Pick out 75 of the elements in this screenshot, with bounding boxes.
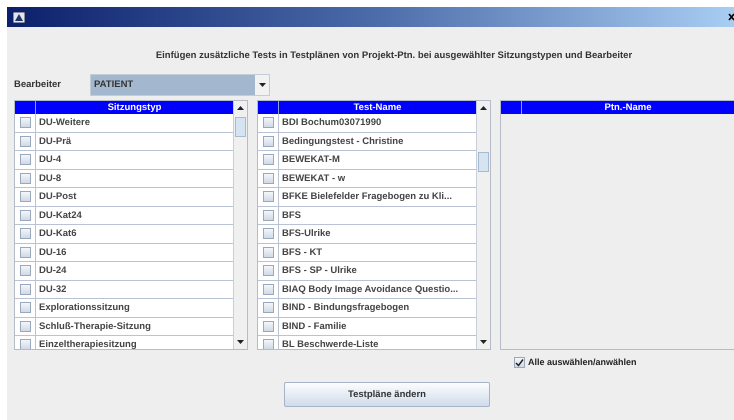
table-cell-text: Schluß-Therapie-Sitzung xyxy=(38,320,152,334)
row-checkbox[interactable] xyxy=(262,154,274,166)
table-cell-text: BFS-Ulrike xyxy=(281,227,332,241)
table-cell-text: BFKE Bielefelder Fragebogen zu Kli... xyxy=(281,190,453,204)
table-cell-text: BIND - Bindungsfragebogen xyxy=(281,301,410,315)
scrollbar[interactable] xyxy=(476,101,490,349)
scroll-up-icon[interactable] xyxy=(237,106,244,110)
row-checkbox[interactable] xyxy=(262,284,274,295)
table-cell-text: DU-Kat6 xyxy=(38,227,78,241)
column-header[interactable]: Sitzungstyp xyxy=(36,101,233,114)
row-checkbox[interactable] xyxy=(262,228,274,240)
scroll-down-icon[interactable] xyxy=(237,340,244,344)
table-cell-text: DU-Post xyxy=(38,190,78,204)
table-cell-text: BIND - Familie xyxy=(281,320,348,334)
table-cell-text: Explorationssitzung xyxy=(38,301,131,315)
row-checkbox[interactable] xyxy=(262,136,274,147)
table-cell-text: DU-Kat24 xyxy=(38,208,83,222)
table-cell-text: DU-8 xyxy=(38,172,62,186)
row-checkbox[interactable] xyxy=(20,210,30,221)
row-checkbox[interactable] xyxy=(262,339,274,349)
row-checkbox[interactable] xyxy=(20,228,30,240)
table-cell-text: BEWEKAT-M xyxy=(281,153,341,167)
table-cell-text: DU-Weitere xyxy=(38,116,92,130)
editor-dropdown[interactable]: PATIENT xyxy=(90,74,270,96)
table-cell-text: BFS - KT xyxy=(281,246,324,260)
scroll-thumb[interactable] xyxy=(478,152,489,172)
dialog-heading: Einfügen zusätzliche Tests in Testplänen von Projekt-Ptn. bei ausgewählter Sitzungstypen und Bearbeiter xyxy=(154,49,634,63)
column-header[interactable]: Test-Name xyxy=(279,101,476,114)
row-checkbox[interactable] xyxy=(20,154,30,166)
table-cell-text: BL Beschwerde-Liste xyxy=(281,338,380,349)
row-checkbox[interactable] xyxy=(20,191,30,202)
row-checkbox[interactable] xyxy=(20,136,30,147)
row-checkbox[interactable] xyxy=(262,246,274,258)
row-checkbox[interactable] xyxy=(262,320,274,332)
table-cell-text: BDI Bochum03071990 xyxy=(281,116,382,130)
row-checkbox[interactable] xyxy=(20,117,30,128)
table-cell-text: DU-32 xyxy=(38,282,68,296)
table-cell-text: BEWEKAT - w xyxy=(281,172,346,186)
table-cell-text: Einzeltherapiesitzung xyxy=(38,338,138,349)
table-cell-text: DU-24 xyxy=(38,264,68,278)
column-header[interactable]: Ptn.-Name xyxy=(522,101,734,114)
row-checkbox[interactable] xyxy=(262,172,274,184)
row-checkbox[interactable] xyxy=(20,339,30,349)
editor-label: Bearbeiter xyxy=(14,79,62,90)
scrollbar[interactable] xyxy=(233,101,247,349)
row-checkbox[interactable] xyxy=(262,265,274,276)
close-icon[interactable] xyxy=(728,12,734,22)
scroll-thumb[interactable] xyxy=(235,117,246,137)
row-checkbox[interactable] xyxy=(20,302,30,314)
table-cell-text: BFS - SP - Ulrike xyxy=(281,264,358,278)
scroll-down-icon[interactable] xyxy=(480,340,487,344)
scroll-up-icon[interactable] xyxy=(480,106,487,110)
row-checkbox[interactable] xyxy=(20,284,30,295)
row-checkbox[interactable] xyxy=(20,320,30,332)
table-cell-text: DU-4 xyxy=(38,153,62,167)
row-checkbox[interactable] xyxy=(262,117,274,128)
row-checkbox[interactable] xyxy=(20,172,30,184)
table-cell-text: DU-Prä xyxy=(38,134,72,148)
column-header xyxy=(501,101,522,114)
row-checkbox[interactable] xyxy=(262,191,274,202)
app-icon xyxy=(13,12,25,22)
change-testplans-button[interactable]: Testpläne ändern xyxy=(284,382,490,407)
table-cell-text: BFS xyxy=(281,208,302,222)
caret-icon xyxy=(258,82,266,86)
table-cell-text: DU-16 xyxy=(38,246,68,260)
row-checkbox[interactable] xyxy=(20,265,30,276)
select-all-checkbox[interactable] xyxy=(514,356,525,368)
column-header xyxy=(15,101,36,114)
row-checkbox[interactable] xyxy=(262,210,274,221)
row-checkbox[interactable] xyxy=(262,302,274,314)
row-checkbox[interactable] xyxy=(20,246,30,258)
column-header xyxy=(258,101,279,114)
table-cell-text: Bedingungstest - Christine xyxy=(281,134,404,148)
select-all-label: Alle auswählen/anwählen xyxy=(528,357,637,367)
table-cell-text: BIAQ Body Image Avoidance Questio... xyxy=(281,282,460,296)
